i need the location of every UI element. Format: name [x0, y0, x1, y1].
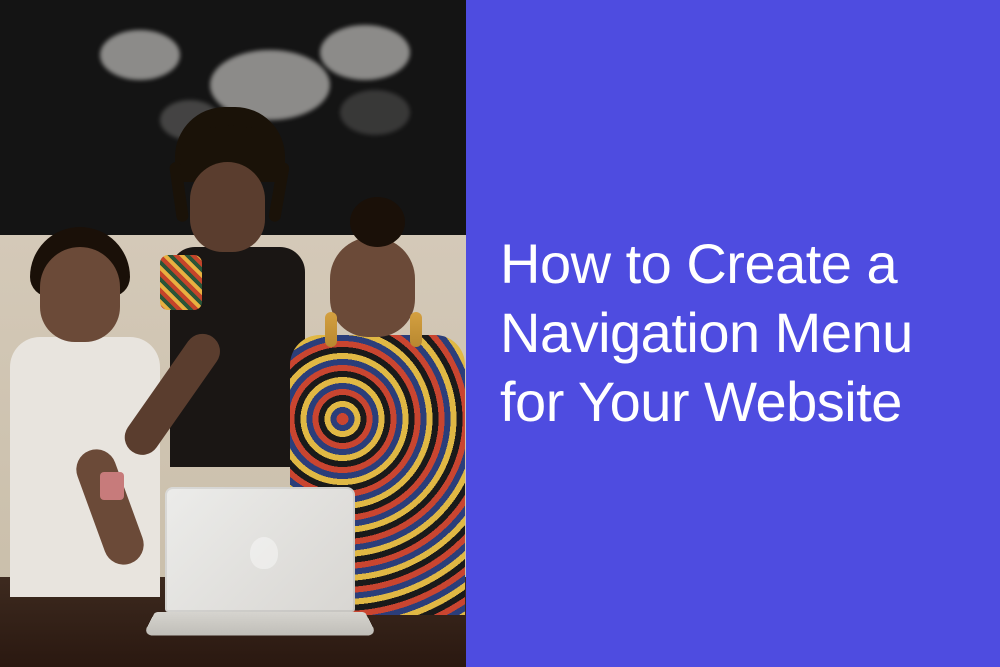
hero-photo — [0, 0, 466, 667]
title-panel: How to Create a Navigation Menu for Your… — [466, 0, 1000, 667]
hero-title: How to Create a Navigation Menu for Your… — [500, 230, 986, 437]
laptop — [155, 487, 365, 642]
